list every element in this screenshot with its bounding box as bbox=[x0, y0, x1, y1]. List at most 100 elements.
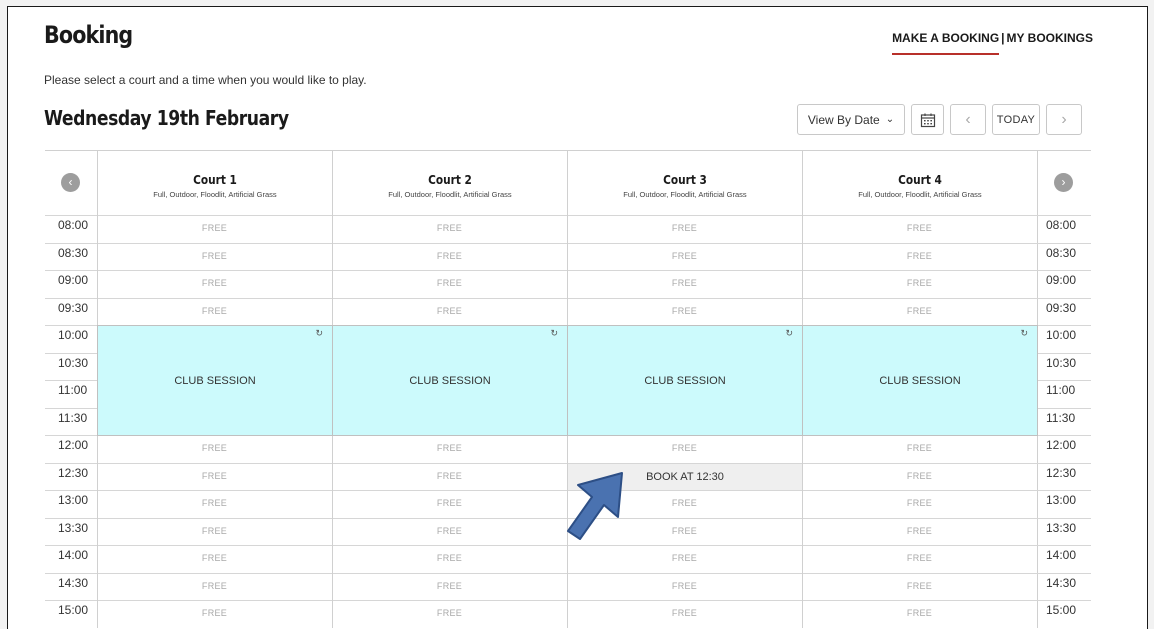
free-slot[interactable]: FREE bbox=[97, 608, 332, 618]
free-slot[interactable]: FREE bbox=[97, 526, 332, 536]
free-slot[interactable]: FREE bbox=[802, 306, 1037, 316]
arrow-pointer-icon bbox=[567, 472, 623, 540]
row-divider bbox=[45, 270, 1091, 271]
court-header: Court 1 Full, Outdoor, Floodlit, Artifici… bbox=[97, 151, 332, 215]
court-description: Full, Outdoor, Floodlit, Artificial Gras… bbox=[858, 190, 982, 199]
free-slot[interactable]: FREE bbox=[97, 223, 332, 233]
time-label: 13:30 bbox=[1046, 520, 1077, 535]
free-slot[interactable]: FREE bbox=[97, 306, 332, 316]
free-slot[interactable]: FREE bbox=[97, 443, 332, 453]
calendar-button[interactable] bbox=[911, 104, 944, 135]
make-a-booking-link[interactable]: MAKE A BOOKING bbox=[892, 31, 1000, 55]
free-slot[interactable]: FREE bbox=[567, 223, 802, 233]
chevron-down-icon: ⌄ bbox=[885, 114, 895, 125]
court-header: Court 3 Full, Outdoor, Floodlit, Artifici… bbox=[567, 151, 802, 215]
free-slot[interactable]: FREE bbox=[567, 608, 802, 618]
free-slot[interactable]: FREE bbox=[97, 553, 332, 563]
view-by-dropdown[interactable]: View By Date ⌄ bbox=[797, 104, 905, 135]
time-label: 09:00 bbox=[58, 273, 89, 287]
time-label: 10:30 bbox=[58, 355, 89, 370]
scroll-courts-right-button[interactable]: › bbox=[1054, 173, 1073, 192]
free-slot[interactable]: FREE bbox=[97, 498, 332, 508]
club-session-block[interactable]: CLUB SESSION ↻ bbox=[97, 325, 333, 436]
free-slot[interactable]: FREE bbox=[802, 278, 1037, 288]
time-label: 14:30 bbox=[58, 575, 89, 590]
free-slot[interactable]: FREE bbox=[802, 553, 1037, 563]
court-name: Court 4 bbox=[898, 173, 942, 187]
scroll-courts-left-button[interactable]: ‹ bbox=[61, 173, 80, 192]
club-session-label: CLUB SESSION bbox=[409, 374, 491, 387]
time-label: 09:30 bbox=[1046, 300, 1077, 315]
free-slot[interactable]: FREE bbox=[802, 608, 1037, 618]
row-divider bbox=[45, 242, 1091, 244]
free-slot[interactable]: FREE bbox=[802, 526, 1037, 536]
free-slot[interactable]: FREE bbox=[332, 223, 567, 233]
free-slot[interactable]: FREE bbox=[97, 278, 332, 288]
free-slot[interactable]: FREE bbox=[802, 443, 1037, 453]
free-slot[interactable]: FREE bbox=[802, 471, 1037, 481]
free-slot[interactable]: FREE bbox=[332, 306, 567, 316]
free-slot[interactable]: FREE bbox=[332, 251, 567, 261]
free-slot[interactable]: FREE bbox=[332, 608, 567, 618]
free-slot[interactable]: FREE bbox=[802, 498, 1037, 508]
nav-separator: | bbox=[1001, 31, 1005, 45]
free-slot[interactable]: FREE bbox=[802, 223, 1037, 233]
time-label: 08:00 bbox=[1046, 218, 1077, 232]
booking-page: Booking MAKE A BOOKING | MY BOOKINGS Ple… bbox=[7, 6, 1148, 629]
time-label: 14:00 bbox=[58, 548, 89, 562]
free-slot[interactable]: FREE bbox=[97, 581, 332, 591]
today-button[interactable]: TODAY bbox=[992, 104, 1040, 135]
booking-nav: MAKE A BOOKING | MY BOOKINGS bbox=[892, 31, 1093, 55]
previous-day-button[interactable]: ‹ bbox=[950, 104, 986, 135]
time-label: 08:30 bbox=[58, 245, 89, 260]
club-session-block[interactable]: CLUB SESSION ↻ bbox=[802, 325, 1038, 436]
time-label: 12:30 bbox=[58, 465, 89, 480]
free-slot[interactable]: FREE bbox=[567, 553, 802, 563]
free-slot[interactable]: FREE bbox=[567, 278, 802, 288]
free-slot[interactable]: FREE bbox=[332, 278, 567, 288]
free-slot[interactable]: FREE bbox=[567, 443, 802, 453]
free-slot[interactable]: FREE bbox=[567, 251, 802, 261]
free-slot[interactable]: FREE bbox=[332, 526, 567, 536]
free-slot[interactable]: FREE bbox=[567, 581, 802, 591]
free-slot[interactable]: FREE bbox=[802, 251, 1037, 261]
court-name: Court 2 bbox=[428, 173, 472, 187]
club-session-block[interactable]: CLUB SESSION ↻ bbox=[332, 325, 568, 436]
time-label: 10:30 bbox=[1046, 355, 1077, 370]
time-label: 11:30 bbox=[1046, 410, 1076, 425]
view-by-label: View By Date bbox=[807, 112, 880, 127]
time-label: 12:30 bbox=[1046, 465, 1077, 480]
my-bookings-link[interactable]: MY BOOKINGS bbox=[1007, 31, 1093, 55]
free-slot[interactable]: FREE bbox=[802, 581, 1037, 591]
time-label: 10:00 bbox=[1046, 328, 1077, 342]
free-slot[interactable]: FREE bbox=[332, 443, 567, 453]
repeat-icon: ↻ bbox=[1020, 328, 1028, 338]
court-description: Full, Outdoor, Floodlit, Artificial Gras… bbox=[623, 190, 747, 199]
time-label: 08:00 bbox=[58, 218, 89, 232]
time-label: 15:00 bbox=[58, 603, 89, 617]
selected-date-heading: Wednesday 19th February bbox=[44, 106, 289, 130]
free-slot[interactable]: FREE bbox=[332, 553, 567, 563]
repeat-icon: ↻ bbox=[550, 328, 558, 338]
time-label: 12:00 bbox=[58, 438, 89, 452]
chevron-right-icon: › bbox=[1061, 110, 1067, 128]
time-label: 12:00 bbox=[1046, 438, 1077, 452]
time-label: 14:00 bbox=[1046, 548, 1077, 562]
club-session-label: CLUB SESSION bbox=[879, 374, 961, 387]
next-day-button[interactable]: › bbox=[1046, 104, 1082, 135]
free-slot[interactable]: FREE bbox=[567, 306, 802, 316]
free-slot[interactable]: FREE bbox=[97, 471, 332, 481]
repeat-icon: ↻ bbox=[785, 328, 793, 338]
court-header: Court 2 Full, Outdoor, Floodlit, Artifici… bbox=[332, 151, 567, 215]
time-label: 11:00 bbox=[1046, 383, 1076, 397]
instructions-text: Please select a court and a time when yo… bbox=[44, 73, 367, 87]
free-slot[interactable]: FREE bbox=[332, 581, 567, 591]
free-slot[interactable]: FREE bbox=[332, 498, 567, 508]
time-label: 13:00 bbox=[58, 493, 89, 507]
time-label: 11:30 bbox=[58, 410, 88, 425]
free-slot[interactable]: FREE bbox=[97, 251, 332, 261]
free-slot[interactable]: FREE bbox=[332, 471, 567, 481]
court-description: Full, Outdoor, Floodlit, Artificial Gras… bbox=[388, 190, 512, 199]
club-session-block[interactable]: CLUB SESSION ↻ bbox=[567, 325, 803, 436]
row-divider bbox=[45, 215, 1091, 216]
